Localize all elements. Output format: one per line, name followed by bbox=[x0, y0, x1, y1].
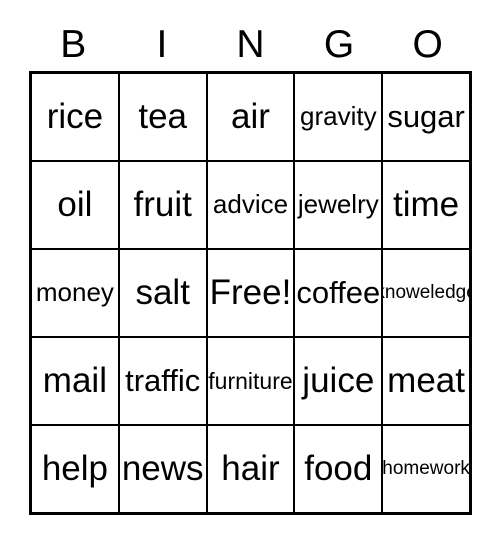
bingo-header-letter-b: B bbox=[60, 22, 87, 66]
bingo-cell-label: tea bbox=[138, 96, 188, 136]
bingo-cell-label: gravity bbox=[300, 101, 377, 132]
bingo-cell-label: air bbox=[231, 96, 270, 136]
bingo-cell-label: Free! bbox=[209, 272, 292, 312]
bingo-cell[interactable]: tea bbox=[119, 74, 208, 160]
bingo-cell-label: money bbox=[35, 277, 114, 308]
bingo-cell-label: homework bbox=[383, 458, 469, 480]
bingo-cell[interactable]: help bbox=[32, 426, 120, 512]
bingo-header-row: B I N G O bbox=[29, 18, 472, 70]
bingo-cell[interactable]: meat bbox=[383, 338, 469, 424]
bingo-cell[interactable]: advice bbox=[207, 162, 296, 248]
bingo-cell-label: help bbox=[41, 448, 108, 488]
bingo-cell-label: salt bbox=[135, 272, 190, 312]
bingo-cell[interactable]: homework bbox=[383, 426, 469, 512]
bingo-cell[interactable]: jewelry bbox=[295, 162, 384, 248]
bingo-cell-label: news bbox=[121, 448, 204, 488]
bingo-header-letter-o: O bbox=[412, 22, 443, 66]
bingo-cell[interactable]: coffee bbox=[295, 250, 384, 336]
bingo-cell-label: coffee bbox=[296, 274, 381, 310]
bingo-cell[interactable]: hair bbox=[207, 426, 296, 512]
bingo-cell[interactable]: news bbox=[119, 426, 208, 512]
bingo-cell-label: juice bbox=[302, 360, 375, 400]
bingo-cell[interactable]: air bbox=[207, 74, 296, 160]
bingo-cell[interactable]: food bbox=[295, 426, 384, 512]
bingo-cell[interactable]: gravity bbox=[295, 74, 384, 160]
bingo-cell-label: mail bbox=[42, 360, 107, 400]
bingo-cell[interactable]: sugar bbox=[383, 74, 469, 160]
bingo-cell-label: advice bbox=[212, 189, 289, 220]
bingo-cell[interactable]: fruit bbox=[119, 162, 208, 248]
bingo-cell-label: time bbox=[393, 184, 460, 224]
bingo-header-letter-i: I bbox=[156, 22, 168, 66]
bingo-cell[interactable]: knoweledge bbox=[383, 250, 469, 336]
bingo-cell-label: furniture bbox=[208, 367, 293, 394]
bingo-cell[interactable]: rice bbox=[32, 74, 120, 160]
bingo-card: B I N G O rice tea air gravity sugar oil fruit… bbox=[0, 0, 501, 544]
bingo-cell-label: oil bbox=[57, 184, 93, 224]
bingo-row: money salt Free!coffeeknoweledge bbox=[32, 250, 469, 338]
bingo-row: oil fruit advice jewelry time bbox=[32, 162, 469, 250]
bingo-cell-label: meat bbox=[387, 360, 465, 400]
bingo-cell-label: traffic bbox=[125, 362, 201, 398]
bingo-cell-label: food bbox=[304, 448, 373, 488]
bingo-cell-label: rice bbox=[46, 96, 104, 136]
bingo-free-space-cell[interactable]: Free! bbox=[207, 250, 296, 336]
bingo-grid: rice tea air gravity sugar oil fruit advice jewe… bbox=[29, 71, 472, 515]
bingo-cell[interactable]: money bbox=[32, 250, 120, 336]
bingo-cell-label: knoweledge bbox=[383, 282, 469, 304]
bingo-row: mail traffic furniture juice meat bbox=[32, 338, 469, 426]
bingo-cell-label: hair bbox=[221, 448, 280, 488]
bingo-cell[interactable]: oil bbox=[32, 162, 120, 248]
bingo-row: rice tea air gravity sugar bbox=[32, 74, 469, 162]
bingo-header-letter-g: G bbox=[323, 22, 355, 66]
bingo-row: help news hair food homework bbox=[32, 426, 469, 512]
bingo-cell[interactable]: mail bbox=[32, 338, 120, 424]
bingo-cell-label: sugar bbox=[387, 98, 465, 134]
bingo-header-letter-n: N bbox=[236, 22, 265, 66]
bingo-cell[interactable]: time bbox=[383, 162, 469, 248]
bingo-cell[interactable]: salt bbox=[119, 250, 208, 336]
bingo-cell[interactable]: juice bbox=[295, 338, 384, 424]
bingo-cell[interactable]: traffic bbox=[119, 338, 208, 424]
bingo-cell[interactable]: furniture bbox=[207, 338, 296, 424]
bingo-cell-label: jewelry bbox=[297, 189, 379, 220]
bingo-cell-label: fruit bbox=[133, 184, 192, 224]
